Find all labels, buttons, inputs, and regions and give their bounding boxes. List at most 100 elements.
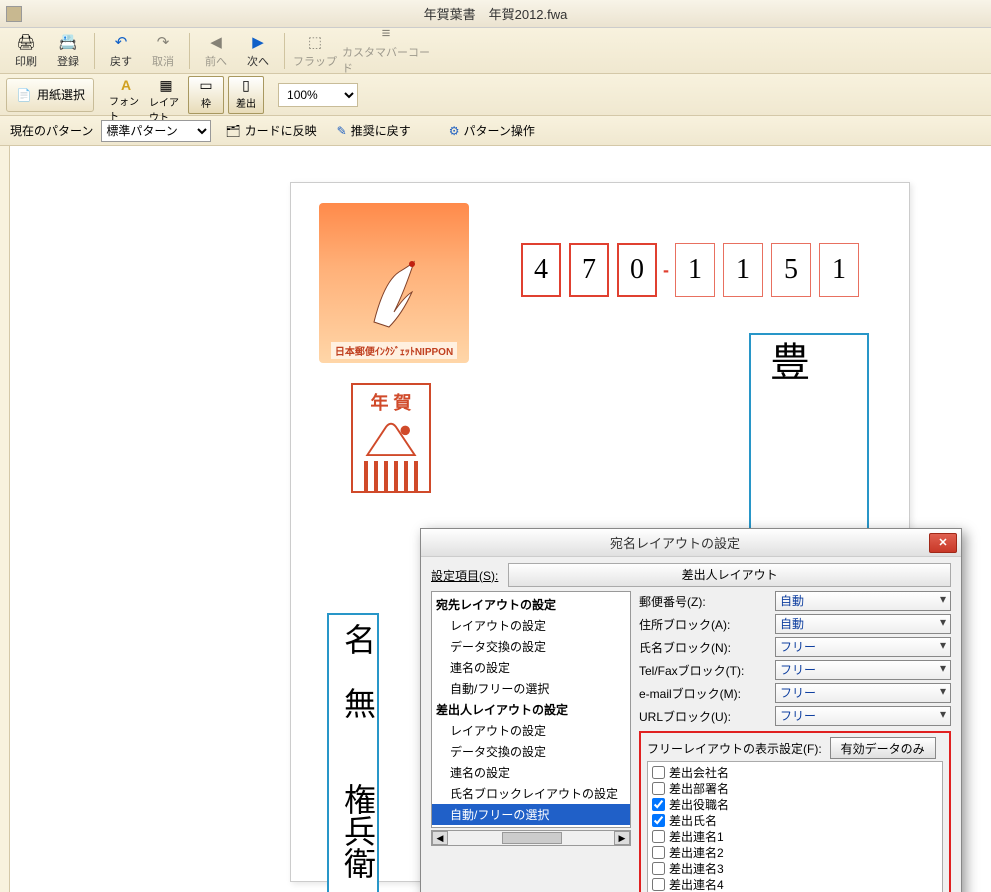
card-icon: 🗂 xyxy=(225,124,240,138)
font-label: フォント xyxy=(109,93,143,123)
printer-icon: 🖨 xyxy=(16,33,36,51)
free-item[interactable]: 差出連名1 xyxy=(650,828,940,844)
free-item-checkbox[interactable] xyxy=(652,798,665,811)
zoom-select[interactable]: 100% xyxy=(278,83,358,107)
zip-select[interactable]: 自動 xyxy=(775,591,951,611)
free-item[interactable]: 差出役職名 xyxy=(650,796,940,812)
free-item[interactable]: 差出部署名 xyxy=(650,780,940,796)
sender-button[interactable]: ▯ 差出 xyxy=(228,76,264,114)
tree-item-selected[interactable]: 自動/フリーの選択 xyxy=(432,804,630,825)
tree-item[interactable]: データ交換の設定 xyxy=(432,741,630,762)
gear-icon: ⚙ xyxy=(449,124,460,138)
zip-digit[interactable]: 7 xyxy=(569,243,609,297)
zip-digit[interactable]: 1 xyxy=(675,243,715,297)
font-icon: A xyxy=(116,77,136,93)
url-label: URLブロック(U): xyxy=(639,708,769,725)
print-button[interactable]: 🖨 印刷 xyxy=(6,30,46,72)
free-item[interactable]: 差出連名2 xyxy=(650,844,940,860)
reflect-button[interactable]: 🗂 カードに反映 xyxy=(219,120,322,141)
free-item-label: 差出役職名 xyxy=(669,796,729,813)
settings-form: 郵便番号(Z):自動 住所ブロック(A):自動 氏名ブロック(N):フリー Te… xyxy=(639,591,951,892)
settings-tree[interactable]: 宛先レイアウトの設定 レイアウトの設定 データ交換の設定 連名の設定 自動/フリ… xyxy=(431,591,631,828)
frame-button[interactable]: ▭ 枠 xyxy=(188,76,224,114)
free-item[interactable]: 差出氏名 xyxy=(650,812,940,828)
flap-icon: ⬚ xyxy=(305,33,325,51)
mail-select[interactable]: フリー xyxy=(775,683,951,703)
scroll-thumb[interactable] xyxy=(502,832,562,844)
free-item-checkbox[interactable] xyxy=(652,830,665,843)
tree-item[interactable]: 連名の設定 xyxy=(432,762,630,783)
tree-item[interactable]: レイアウトの設定 xyxy=(432,720,630,741)
barcode-icon: ≡ xyxy=(376,25,396,42)
close-button[interactable]: ✕ xyxy=(929,533,957,553)
free-layout-list[interactable]: 差出会社名差出部署名差出役職名差出氏名差出連名1差出連名2差出連名3差出連名4差… xyxy=(647,761,943,892)
free-item-label: 差出連名2 xyxy=(669,844,724,861)
tree-item[interactable]: 氏名ブロックレイアウトの設定 xyxy=(432,783,630,804)
sender-layout-tab[interactable]: 差出人レイアウト xyxy=(508,563,951,587)
free-item-checkbox[interactable] xyxy=(652,766,665,779)
pattern-ops-button[interactable]: ⚙ パターン操作 xyxy=(443,120,541,141)
frame-icon: ▭ xyxy=(196,77,216,95)
free-item-checkbox[interactable] xyxy=(652,782,665,795)
free-item-checkbox[interactable] xyxy=(652,846,665,859)
app-icon xyxy=(6,6,22,22)
register-icon: 📇 xyxy=(58,33,78,51)
nippon-text: 日本郵便ｲﾝｸｼﾞｪｯﾄNIPPON xyxy=(331,342,457,359)
tree-item[interactable]: 連名の設定 xyxy=(432,657,630,678)
addr-select[interactable]: 自動 xyxy=(775,614,951,634)
free-item-checkbox[interactable] xyxy=(652,814,665,827)
free-layout-label: フリーレイアウトの表示設定(F): xyxy=(647,740,822,757)
next-label: 次へ xyxy=(247,53,269,69)
zip-digit[interactable]: 0 xyxy=(617,243,657,297)
paper-select-button[interactable]: 📄 用紙選択 xyxy=(6,78,94,112)
free-item-checkbox[interactable] xyxy=(652,878,665,891)
zip-digit[interactable]: 5 xyxy=(771,243,811,297)
tree-item[interactable]: レイアウトの設定 xyxy=(432,615,630,636)
tree-item[interactable]: データ交換の設定 xyxy=(432,636,630,657)
left-gutter xyxy=(0,146,10,892)
main-toolbar: 🖨 印刷 📇 登録 ↶ 戻す ↷ 取消 ◀ 前へ ▶ 次へ ⬚ フラップ ≡ カ… xyxy=(0,28,991,74)
undo-button[interactable]: ↶ 戻す xyxy=(101,30,141,72)
zip-digit[interactable]: 1 xyxy=(819,243,859,297)
redo-icon: ↷ xyxy=(153,33,173,51)
layout-settings-dialog: 宛名レイアウトの設定 ✕ 設定項目(S): 差出人レイアウト 宛先レイアウトの設… xyxy=(420,528,962,892)
pattern-select[interactable]: 標準パターン xyxy=(101,120,211,142)
free-layout-box: フリーレイアウトの表示設定(F): 有効データのみ 差出会社名差出部署名差出役職… xyxy=(639,731,951,892)
dialog-title: 宛名レイアウトの設定 xyxy=(421,533,929,552)
next-button[interactable]: ▶ 次へ xyxy=(238,30,278,72)
free-item-checkbox[interactable] xyxy=(652,862,665,875)
scroll-left-icon[interactable]: ◀ xyxy=(432,831,448,845)
url-select[interactable]: フリー xyxy=(775,706,951,726)
name-select[interactable]: フリー xyxy=(775,637,951,657)
stamp-image: 日本郵便ｲﾝｸｼﾞｪｯﾄNIPPON xyxy=(319,203,469,363)
flap-label: フラップ xyxy=(293,53,337,69)
free-item-label: 差出会社名 xyxy=(669,764,729,781)
zip-boxes[interactable]: 4 7 0 - 1 1 5 1 xyxy=(521,243,859,297)
free-item[interactable]: 差出連名4 xyxy=(650,876,940,892)
paper-label: 用紙選択 xyxy=(37,86,85,103)
zip-digit[interactable]: 4 xyxy=(521,243,561,297)
zip-digit[interactable]: 1 xyxy=(723,243,763,297)
toolbar-separator xyxy=(189,33,190,69)
register-button[interactable]: 📇 登録 xyxy=(48,30,88,72)
arrow-right-icon: ▶ xyxy=(248,33,268,51)
font-button[interactable]: A フォント xyxy=(108,76,144,114)
tree-item[interactable]: 自動/フリーの選択 xyxy=(432,678,630,699)
free-item[interactable]: 差出連名3 xyxy=(650,860,940,876)
sender-block[interactable]: 名 無 権兵衛 xyxy=(327,613,379,892)
dialog-titlebar[interactable]: 宛名レイアウトの設定 ✕ xyxy=(421,529,961,557)
app-titlebar: 年賀葉書 年賀2012.fwa xyxy=(0,0,991,28)
scroll-right-icon[interactable]: ▶ xyxy=(614,831,630,845)
zip-label: 郵便番号(Z): xyxy=(639,593,769,610)
tel-select[interactable]: フリー xyxy=(775,660,951,680)
undo-label: 戻す xyxy=(110,53,132,69)
undo-icon: ↶ xyxy=(111,33,131,51)
valid-data-only-button[interactable]: 有効データのみ xyxy=(830,737,936,759)
free-item-label: 差出連名1 xyxy=(669,828,724,845)
layout-button[interactable]: ▦ レイアウト xyxy=(148,76,184,114)
free-item[interactable]: 差出会社名 xyxy=(650,764,940,780)
recommend-button[interactable]: ✎ 推奨に戻す xyxy=(331,120,417,141)
sender-name: 名 無 権兵衛 xyxy=(329,615,387,887)
tree-hscrollbar[interactable]: ◀ ▶ xyxy=(431,830,631,846)
year-label: 年 賀 xyxy=(366,385,415,419)
